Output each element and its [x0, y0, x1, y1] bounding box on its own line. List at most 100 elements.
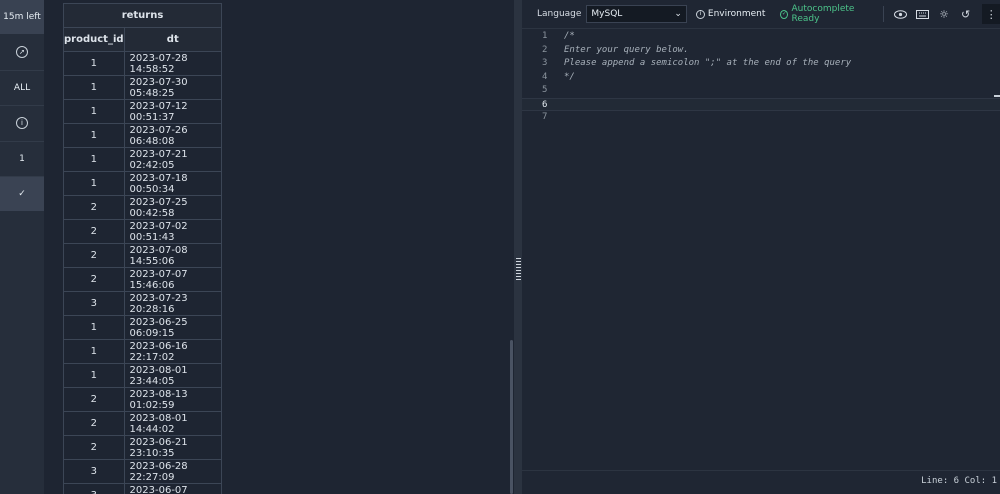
- cell-dt: 2023-07-18 00:50:34: [123, 171, 222, 196]
- cell-dt: 2023-07-30 05:48:25: [123, 75, 222, 100]
- editor-statusbar: Line: 6 Col: 1: [522, 470, 1000, 494]
- cell-product-id: 1: [63, 315, 125, 340]
- cell-product-id: 1: [63, 123, 125, 148]
- table-row: 2 2023-08-13 01:02:59: [63, 387, 222, 412]
- cell-dt: 2023-08-01 23:44:05: [123, 363, 222, 388]
- line-number: 2: [542, 44, 548, 55]
- cell-product-id: 1: [63, 171, 125, 196]
- table-row: 1 2023-07-28 14:58:52: [63, 51, 222, 76]
- line-number: 1: [542, 31, 548, 41]
- cell-dt: 2023-07-12 00:51:37: [123, 99, 222, 124]
- line-number: 7: [542, 112, 548, 122]
- cell-product-id: 2: [63, 243, 125, 268]
- table-row: 2 2023-06-21 23:10:35: [63, 435, 222, 460]
- nav-info[interactable]: i: [0, 106, 44, 140]
- cell-product-id: 1: [63, 51, 125, 76]
- table-row: 2 2023-07-25 00:42:58: [63, 195, 222, 220]
- language-value: MySQL: [591, 9, 623, 19]
- autocomplete-status: ✓ Autocomplete Ready: [780, 4, 873, 24]
- results-scrollbar[interactable]: [510, 340, 513, 494]
- check-circle-icon: ✓: [780, 9, 789, 19]
- cell-product-id: 2: [63, 219, 125, 244]
- table-row: 1 2023-07-12 00:51:37: [63, 99, 222, 124]
- cell-dt: 2023-07-08 14:55:06: [123, 243, 222, 268]
- editor-toolbar: Language MySQL ⌄ i Environment ✓ Autocom…: [522, 0, 1000, 28]
- toolbar-divider: [883, 6, 885, 22]
- line-number: 4: [542, 71, 548, 82]
- table-row: 1 2023-06-25 06:09:15: [63, 315, 222, 340]
- code-line[interactable]: 7: [522, 111, 1000, 125]
- code-line[interactable]: 6: [522, 97, 1000, 111]
- cell-dt: 2023-06-16 22:17:02: [123, 339, 222, 364]
- code-line[interactable]: 3 Please append a semicolon ";" at the en…: [522, 57, 1000, 71]
- more-icon[interactable]: ⋮: [982, 4, 1000, 24]
- autocomplete-label: Autocomplete Ready: [791, 4, 855, 24]
- cell-product-id: 2: [63, 195, 125, 220]
- cursor-position: Line: 6 Col: 1: [921, 476, 997, 486]
- cell-product-id: 2: [63, 267, 125, 292]
- cell-product-id: 2: [63, 387, 125, 412]
- results-table-container[interactable]: returns product_id dt 1 2023-07-28 14:58:…: [63, 3, 222, 494]
- cell-dt: 2023-07-21 02:42:05: [123, 147, 222, 172]
- info-icon: i: [16, 117, 28, 129]
- code-line[interactable]: 4 */: [522, 71, 1000, 85]
- table-row: 1 2023-07-26 06:48:08: [63, 123, 222, 148]
- eye-icon[interactable]: [892, 4, 910, 24]
- table-row: 1 2023-06-16 22:17:02: [63, 339, 222, 364]
- cell-product-id: 2: [63, 411, 125, 436]
- results-table: returns product_id dt 1 2023-07-28 14:58:…: [63, 3, 222, 494]
- nav-check[interactable]: ✓: [0, 177, 44, 211]
- code-text: Please append a semicolon ";" at the end…: [564, 58, 852, 68]
- table-row: 2 2023-07-02 00:51:43: [63, 219, 222, 244]
- code-line[interactable]: 5: [522, 84, 1000, 98]
- cell-dt: 2023-06-28 22:27:09: [123, 459, 222, 484]
- line-number: 3: [542, 58, 548, 68]
- code-line[interactable]: 1 /*: [522, 30, 1000, 44]
- cell-dt: 2023-07-28 14:58:52: [123, 51, 222, 76]
- cell-product-id: 2: [63, 435, 125, 460]
- code-text: Enter your query below.: [564, 44, 689, 55]
- table-title: returns: [63, 3, 222, 28]
- cell-product-id: 3: [63, 459, 125, 484]
- table-row: 2 2023-08-01 14:44:02: [63, 411, 222, 436]
- table-row: 32023-06-07 09:26:07: [63, 483, 222, 494]
- language-label: Language: [537, 9, 582, 19]
- nav-compass[interactable]: ➚: [0, 35, 44, 69]
- language-select[interactable]: MySQL ⌄: [586, 5, 687, 23]
- side-nav: 15m left ➚ ALL i 1 ✓: [0, 0, 44, 494]
- cell-dt: 2023-06-07 09:26:07: [123, 483, 222, 494]
- cell-dt: 2023-08-01 14:44:02: [123, 411, 222, 436]
- code-area[interactable]: 1 /* 2 Enter your query below. 3 Please appen…: [522, 30, 1000, 125]
- code-line[interactable]: 2 Enter your query below.: [522, 44, 1000, 58]
- cell-product-id: 1: [63, 75, 125, 100]
- column-header-dt: dt: [123, 27, 222, 52]
- timer: 15m left: [0, 0, 44, 34]
- chevron-down-icon: ⌄: [674, 9, 682, 19]
- nav-all[interactable]: ALL: [0, 71, 44, 105]
- splitter-grip-icon[interactable]: [516, 258, 521, 280]
- table-row: 3 2023-07-23 20:28:16: [63, 291, 222, 316]
- table-row: 3 2023-06-28 22:27:09: [63, 459, 222, 484]
- history-icon[interactable]: ↺: [957, 4, 975, 24]
- cell-dt: 2023-06-21 23:10:35: [123, 435, 222, 460]
- cell-product-id: 1: [63, 339, 125, 364]
- cell-product-id: 1: [63, 147, 125, 172]
- cell-dt: 2023-07-07 15:46:06: [123, 267, 222, 292]
- table-row: 2 2023-07-08 14:55:06: [63, 243, 222, 268]
- check-icon: ✓: [18, 189, 26, 199]
- sql-editor: Language MySQL ⌄ i Environment ✓ Autocom…: [522, 0, 1000, 494]
- keyboard-icon[interactable]: [914, 4, 932, 24]
- pane-splitter[interactable]: [514, 0, 522, 494]
- line-number: 5: [542, 85, 548, 95]
- nav-question-1[interactable]: 1: [0, 142, 44, 176]
- cell-product-id: 1: [63, 99, 125, 124]
- scroll-indicator: [994, 95, 1000, 97]
- column-header-product-id: product_id: [63, 27, 125, 52]
- environment-button[interactable]: i Environment: [695, 9, 765, 19]
- table-row: 1 2023-08-01 23:44:05: [63, 363, 222, 388]
- cell-dt: 2023-08-13 01:02:59: [123, 387, 222, 412]
- sun-icon[interactable]: ☼: [935, 4, 953, 24]
- info-icon: i: [695, 9, 705, 19]
- table-row: 2 2023-07-07 15:46:06: [63, 267, 222, 292]
- cell-dt: 2023-07-26 06:48:08: [123, 123, 222, 148]
